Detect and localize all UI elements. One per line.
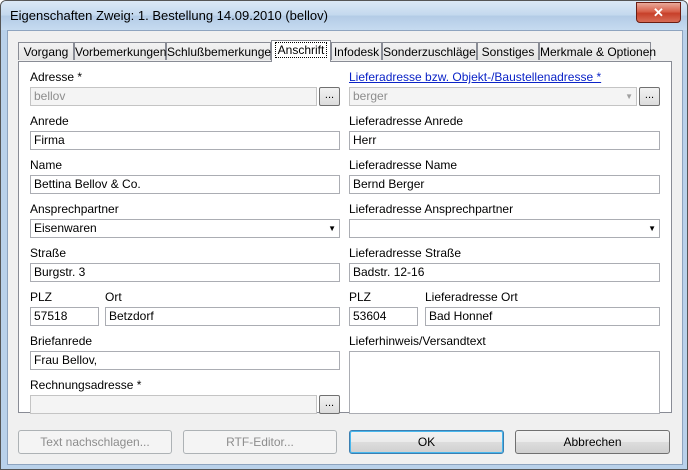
adresse-field: bellov <box>30 87 317 106</box>
ansprechpartner-value: Eisenwaren <box>34 221 97 235</box>
tab-merkmale-optionen[interactable]: Merkmale & Optionen <box>539 42 656 60</box>
tab-vorbemerkungen[interactable]: Vorbemerkungen <box>74 42 166 60</box>
adresse-label: Adresse * <box>30 70 83 84</box>
lieferadresse-ansprechpartner-label: Lieferadresse Ansprechpartner <box>349 202 514 216</box>
lieferadresse-plz-field[interactable]: 53604 <box>349 307 418 326</box>
window-title: Eigenschaften Zweig: 1. Bestellung 14.09… <box>10 8 328 23</box>
rechnungsadresse-label: Rechnungsadresse * <box>30 378 142 392</box>
anrede-label: Anrede <box>30 114 69 128</box>
abbrechen-button[interactable]: Abbrechen <box>515 430 670 454</box>
lieferhinweis-textarea[interactable] <box>349 351 660 414</box>
tab-infodesk[interactable]: Infodesk <box>331 42 382 60</box>
lieferadresse-strasse-field[interactable]: Badstr. 12-16 <box>349 263 660 282</box>
plz-field[interactable]: 57518 <box>30 307 99 326</box>
tab-anschrift[interactable]: Anschrift <box>271 40 331 62</box>
dialog-client-area: Vorgang Vorbemerkungen Schlußbemerkungen… <box>7 30 683 465</box>
text-nachschlagen-button: Text nachschlagen... <box>18 430 172 454</box>
lieferhinweis-label: Lieferhinweis/Versandtext <box>349 334 486 348</box>
plz-label: PLZ <box>30 290 53 304</box>
rtf-editor-button: RTF-Editor... <box>183 430 337 454</box>
close-button[interactable]: ✕ <box>636 2 681 23</box>
tab-sonstiges[interactable]: Sonstiges <box>477 42 539 60</box>
lieferadresse-strasse-label: Lieferadresse Straße <box>349 246 462 260</box>
ok-button[interactable]: OK <box>349 430 504 454</box>
tab-schlussbemerkungen[interactable]: Schlußbemerkungen <box>166 42 278 60</box>
lieferadresse-anrede-field[interactable]: Herr <box>349 131 660 150</box>
title-bar[interactable]: Eigenschaften Zweig: 1. Bestellung 14.09… <box>1 1 687 30</box>
lieferadresse-ansprechpartner-select[interactable]: ▼ <box>349 219 660 238</box>
ort-field[interactable]: Betzdorf <box>105 307 340 326</box>
ansprechpartner-select[interactable]: Eisenwaren ▼ <box>30 219 340 238</box>
ort-label: Ort <box>105 290 122 304</box>
name-label: Name <box>30 158 63 172</box>
strasse-field[interactable]: Burgstr. 3 <box>30 263 340 282</box>
lieferadresse-select: berger ▼ <box>349 87 637 106</box>
tab-strip: Vorgang Vorbemerkungen Schlußbemerkungen… <box>18 40 658 62</box>
tab-sonderzuschlaege[interactable]: Sonderzuschläge <box>382 42 477 60</box>
adresse-browse-button[interactable]: ... <box>319 87 340 106</box>
lieferadresse-ort-label: Lieferadresse Ort <box>425 290 518 304</box>
lieferadresse-name-field[interactable]: Bernd Berger <box>349 175 660 194</box>
lieferadresse-name-label: Lieferadresse Name <box>349 158 458 172</box>
tab-vorgang[interactable]: Vorgang <box>18 42 74 60</box>
lieferadresse-browse-button[interactable]: ... <box>639 87 660 106</box>
lieferadresse-link[interactable]: Lieferadresse bzw. Objekt-/Baustellenadr… <box>349 70 601 84</box>
name-field[interactable]: Bettina Bellov & Co. <box>30 175 340 194</box>
lieferadresse-ort-field[interactable]: Bad Honnef <box>425 307 660 326</box>
briefanrede-field[interactable]: Frau Bellov, <box>30 351 340 370</box>
chevron-down-icon[interactable]: ▼ <box>648 220 656 237</box>
rechnungsadresse-browse-button[interactable]: ... <box>319 395 340 414</box>
strasse-label: Straße <box>30 246 67 260</box>
anschrift-panel: Adresse * bellov ... Anrede Firma Name B… <box>18 61 672 414</box>
lieferadresse-anrede-label: Lieferadresse Anrede <box>349 114 464 128</box>
tab-anschrift-label: Anschrift <box>274 42 328 58</box>
lieferadresse-value: berger <box>353 89 388 103</box>
lieferadresse-plz-label: PLZ <box>349 290 372 304</box>
briefanrede-label: Briefanrede <box>30 334 93 348</box>
chevron-down-icon[interactable]: ▼ <box>328 220 336 237</box>
rechnungsadresse-field <box>30 395 317 414</box>
anrede-field[interactable]: Firma <box>30 131 340 150</box>
dialog-window: Eigenschaften Zweig: 1. Bestellung 14.09… <box>0 0 688 470</box>
ansprechpartner-label: Ansprechpartner <box>30 202 119 216</box>
chevron-down-icon: ▼ <box>625 92 633 101</box>
